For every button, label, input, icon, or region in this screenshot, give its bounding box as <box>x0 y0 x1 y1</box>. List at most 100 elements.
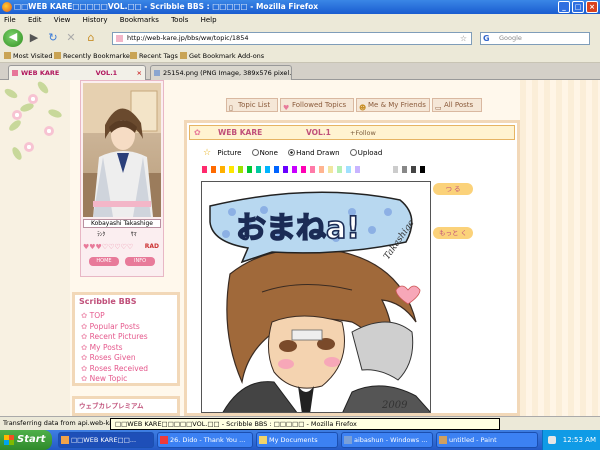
bookmark-get-addons[interactable]: Get Bookmark Add-ons <box>180 49 264 63</box>
palette-swatch[interactable] <box>210 165 217 174</box>
premium-title[interactable]: ウェブカレプレミアム <box>79 400 144 410</box>
bookmarks-toolbar: Most Visited Recently Bookmarked Recent … <box>0 49 600 63</box>
palette-swatch[interactable] <box>354 165 361 174</box>
palette-swatch[interactable] <box>237 165 244 174</box>
sidebar-item-top[interactable]: TOP <box>81 311 148 322</box>
mode-none-radio[interactable]: None <box>251 149 282 157</box>
reload-icon[interactable]: ↻ <box>46 30 60 46</box>
tab-me-my-friends[interactable]: ☻ Me & My Friends <box>356 98 430 112</box>
palette-swatch[interactable] <box>327 165 334 174</box>
tab-topic-list[interactable]: ▯ Topic List <box>226 98 278 112</box>
minimize-icon[interactable]: _ <box>558 1 570 13</box>
topic-nav-tabs: ▯ Topic List ♥ Followed Topics ☻ Me & My Fr… <box>226 98 482 112</box>
palette-swatch[interactable] <box>291 165 298 174</box>
mode-upload-radio[interactable]: Upload <box>349 149 387 157</box>
flower-icon: ✿ <box>194 128 201 137</box>
sidebar-item-roses-received[interactable]: Roses Received <box>81 364 148 375</box>
year-text: 2009 <box>381 400 408 411</box>
sidebar-item-roses-given[interactable]: Roses Given <box>81 353 148 364</box>
tab-bar: WEB KARE VOL.1 × 25154.png (PNG Image, 3… <box>0 63 600 80</box>
palette-swatch[interactable] <box>273 165 280 174</box>
bookmark-most-visited[interactable]: Most Visited <box>4 49 53 63</box>
bubble-text: おまねa! <box>236 211 360 246</box>
palette-swatch[interactable] <box>264 165 271 174</box>
palette-swatch[interactable] <box>336 165 343 174</box>
start-button[interactable]: Start <box>0 430 52 450</box>
tsumu-button[interactable]: つ る <box>433 183 473 195</box>
menu-tools[interactable]: Tools <box>171 16 188 24</box>
url-bar[interactable]: http://web-kare.jp/bbs/ww/topic/1854 ☆ <box>112 32 472 45</box>
palette-swatch[interactable] <box>345 165 352 174</box>
search-input[interactable]: G Google <box>480 32 590 45</box>
menu-help[interactable]: Help <box>201 16 217 24</box>
home-icon[interactable]: ⌂ <box>84 30 98 46</box>
palette-swatch[interactable] <box>401 165 408 174</box>
drawing-canvas[interactable]: おまねa! Takashige 2009 <box>201 181 431 413</box>
tab-followed-topics[interactable]: ♥ Followed Topics <box>280 98 354 112</box>
menu-history[interactable]: History <box>83 16 108 24</box>
window-title: □□WEB KARE□□□□□VOL.□□ - Scribble BBS : □… <box>14 2 319 11</box>
menu-edit[interactable]: Edit <box>28 16 42 24</box>
menu-view[interactable]: View <box>54 16 71 24</box>
sidebar-item-my-posts[interactable]: My Posts <box>81 343 148 354</box>
palette-swatch[interactable] <box>410 165 417 174</box>
task-my-documents[interactable]: My Documents <box>256 432 338 448</box>
palette-swatch[interactable] <box>246 165 253 174</box>
palette-swatch[interactable] <box>318 165 325 174</box>
follow-button[interactable]: +Follow <box>350 129 376 137</box>
task-dido[interactable]: 26. Dido - Thank You ... <box>157 432 253 448</box>
palette-swatch[interactable] <box>419 165 426 174</box>
google-icon: G <box>483 34 490 43</box>
task-windows-explorer[interactable]: aibashun - Windows ... <box>341 432 433 448</box>
palette-swatch[interactable] <box>255 165 262 174</box>
bookmark-star-icon[interactable]: ☆ <box>460 33 467 44</box>
username-label: Kobayashi Takashige <box>83 219 161 228</box>
radio-icon <box>349 149 357 156</box>
palette-swatch[interactable] <box>201 165 208 174</box>
menu-bar: File Edit View History Bookmarks Tools H… <box>0 14 600 27</box>
heart-icon: ♥♥♥♡♡♡♡♡ <box>83 243 134 251</box>
palette-swatch[interactable] <box>282 165 289 174</box>
palette-swatch[interactable] <box>300 165 307 174</box>
tab-png-image[interactable]: 25154.png (PNG Image, 389x576 pixel... <box>150 65 292 80</box>
sidebar-item-recent-pictures[interactable]: Recent Pictures <box>81 332 148 343</box>
menu-bookmarks[interactable]: Bookmarks <box>120 16 159 24</box>
character-portrait <box>83 83 161 217</box>
forward-arrow-icon[interactable]: ▶ <box>26 30 42 46</box>
tab-close-icon[interactable]: × <box>137 66 142 80</box>
tab-all-posts[interactable]: ▭ All Posts <box>432 98 482 112</box>
back-arrow-icon[interactable]: ◀ <box>3 29 23 47</box>
sidebar-title: Scribble BBS <box>79 297 137 306</box>
bookmark-recently-bookmarked[interactable]: Recently Bookmarked <box>54 49 134 63</box>
task-paint[interactable]: untitled - Paint <box>436 432 538 448</box>
stop-icon[interactable]: ✕ <box>64 30 78 46</box>
profile-home-button[interactable]: HOME <box>89 257 119 266</box>
close-icon[interactable]: × <box>586 1 598 13</box>
mode-hand-drawn-radio[interactable]: Hand Drawn <box>288 149 343 157</box>
picture-icon <box>344 436 352 444</box>
palette-swatch[interactable] <box>392 165 399 174</box>
sidebar-bbs-menu: Scribble BBS TOP Popular Posts Recent Pi… <box>72 292 180 386</box>
bookmark-recent-tags[interactable]: Recent Tags <box>130 49 178 63</box>
maximize-icon[interactable]: □ <box>572 1 584 13</box>
tab-web-kare[interactable]: WEB KARE VOL.1 × <box>8 65 146 80</box>
menu-file[interactable]: File <box>4 16 16 24</box>
palette-swatch[interactable] <box>383 165 390 174</box>
palette-swatch[interactable] <box>228 165 235 174</box>
hearts-meter: ♥♥♥♡♡♡♡♡ RAD <box>83 243 159 251</box>
firefox-icon <box>2 2 12 12</box>
tray-icon[interactable] <box>548 436 556 444</box>
windows-flag-icon <box>4 435 14 445</box>
profile-buttons: HOME INFO <box>85 257 161 269</box>
profile-info-button[interactable]: INFO <box>125 257 155 266</box>
task-firefox[interactable]: □□WEB KARE□□... <box>58 432 154 448</box>
sidebar-item-new-topic[interactable]: New Topic <box>81 374 148 385</box>
palette-swatch[interactable] <box>309 165 316 174</box>
post-header: ✿ WEB KARE VOL.1 +Follow <box>189 125 515 140</box>
clock: 12:53 AM <box>562 436 596 444</box>
motto-button[interactable]: もっと く <box>433 227 473 239</box>
palette-swatch[interactable] <box>219 165 226 174</box>
bookmark-folder-icon <box>54 52 61 59</box>
post-volume: VOL.1 <box>306 128 331 137</box>
sidebar-item-popular-posts[interactable]: Popular Posts <box>81 322 148 333</box>
